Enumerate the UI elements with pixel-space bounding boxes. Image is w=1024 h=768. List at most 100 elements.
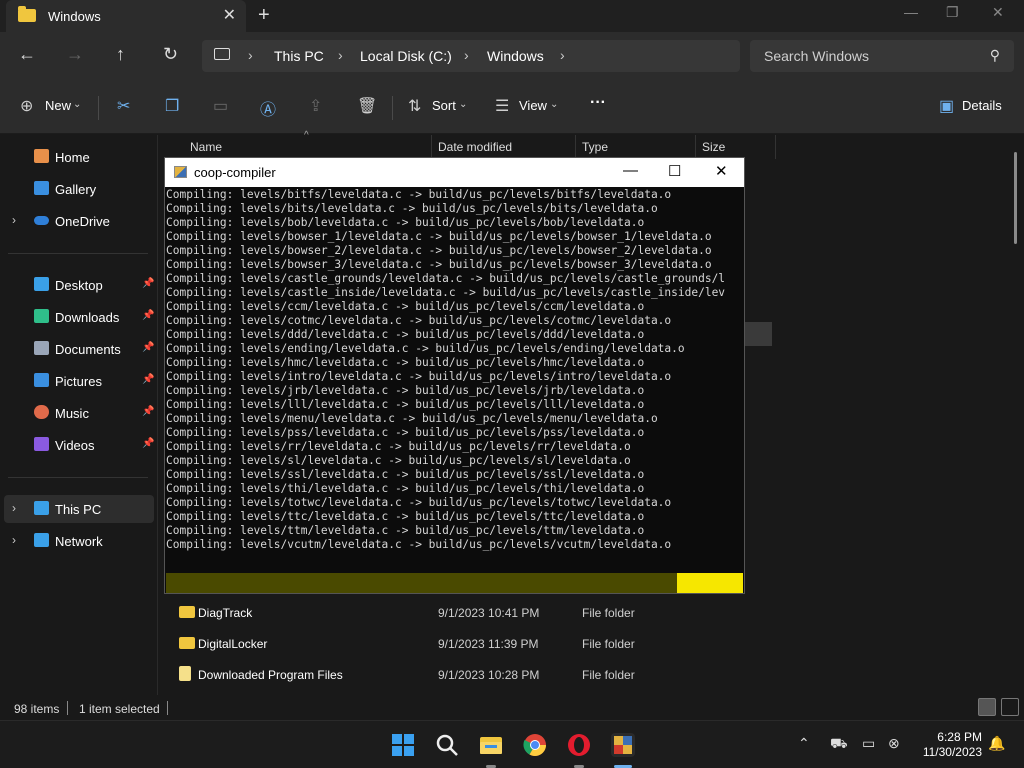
expand-chevron-icon[interactable]: › — [12, 213, 16, 227]
console-line: Compiling: levels/ccm/leveldata.c -> bui… — [166, 300, 645, 313]
start-icon[interactable] — [391, 733, 415, 757]
hover-highlight — [744, 322, 772, 346]
breadcrumb-chevron[interactable]: › — [464, 47, 469, 63]
refresh-button[interactable]: ↻ — [163, 44, 178, 65]
tab-windows[interactable]: Windows ✕ — [6, 0, 246, 32]
paste-icon[interactable]: ▭ — [213, 96, 228, 116]
column-header-size[interactable]: Size — [702, 140, 725, 154]
pin-icon: 📌 — [142, 406, 155, 417]
table-row[interactable]: DiagTrack 9/1/2023 10:41 PM File folder — [169, 598, 869, 628]
console-line: Compiling: levels/lll/leveldata.c -> bui… — [166, 398, 645, 411]
sidebar-item-pictures[interactable]: Pictures 📌 — [0, 367, 156, 395]
maximize-window-button[interactable]: ❐ — [946, 4, 959, 21]
console-line: Compiling: levels/pss/leveldata.c -> bui… — [166, 426, 645, 439]
breadcrumb-chevron[interactable]: › — [338, 47, 343, 63]
sidebar-item-videos[interactable]: Videos 📌 — [0, 431, 156, 459]
details-button[interactable]: Details — [962, 98, 1002, 113]
sidebar-item-home[interactable]: Home — [0, 143, 156, 171]
command-bar: ⊕ New ⌄ ✂ ❐ ▭ Ⓐ ⇪ 🗑 ⇅ Sort ⌄ ☰ View ⌄ ··… — [0, 82, 1024, 134]
sidebar-item-network[interactable]: › Network — [0, 527, 156, 555]
home-icon — [34, 149, 49, 163]
up-button[interactable]: ↑ — [116, 44, 125, 65]
desktop-icon — [34, 277, 49, 291]
display-icon[interactable]: ▭ — [862, 735, 875, 752]
expand-chevron-icon[interactable]: › — [12, 501, 16, 515]
column-header-date[interactable]: Date modified — [438, 140, 512, 154]
breadcrumb-this-pc[interactable]: This PC — [274, 48, 324, 64]
new-tab-button[interactable]: + — [258, 4, 270, 27]
search-input[interactable]: Search Windows ⚲ — [750, 40, 1014, 72]
tiles-view-button[interactable] — [1001, 698, 1019, 716]
more-options-button[interactable]: ··· — [590, 94, 606, 112]
console-line: Compiling: levels/ssl/leveldata.c -> bui… — [166, 468, 645, 481]
breadcrumb-chevron[interactable]: › — [560, 47, 565, 63]
file-name: DiagTrack — [198, 606, 253, 620]
rename-icon[interactable]: Ⓐ — [260, 96, 276, 120]
column-header-type[interactable]: Type — [582, 140, 608, 154]
console-line: Compiling: levels/bowser_1/leveldata.c -… — [166, 230, 712, 243]
column-divider[interactable] — [431, 135, 432, 159]
back-button[interactable]: ← — [18, 44, 36, 65]
console-minimize-button[interactable]: — — [623, 162, 638, 179]
table-row[interactable]: DigitalLocker 9/1/2023 11:39 PM File fol… — [169, 629, 869, 659]
forward-button[interactable]: → — [66, 44, 84, 65]
vertical-scrollbar[interactable] — [1014, 152, 1017, 244]
address-bar[interactable]: › This PC › Local Disk (C:) › Windows › — [202, 40, 740, 72]
table-row[interactable]: Downloaded Program Files 9/1/2023 10:28 … — [169, 660, 869, 690]
share-icon[interactable]: ⇪ — [309, 96, 322, 116]
sidebar-item-desktop[interactable]: Desktop 📌 — [0, 271, 156, 299]
pin-icon: 📌 — [142, 310, 155, 321]
console-line: Compiling: levels/rr/leveldata.c -> buil… — [166, 440, 631, 453]
copy-icon[interactable]: ❐ — [165, 96, 179, 116]
new-button[interactable]: New — [45, 98, 71, 113]
console-close-button[interactable]: ✕ — [715, 162, 728, 180]
search-icon[interactable] — [435, 733, 459, 757]
folder-icon — [179, 606, 195, 618]
show-hidden-icons-icon[interactable]: ⌃ — [798, 735, 810, 752]
notification-bell-icon[interactable]: 🔔 — [988, 735, 1005, 752]
breadcrumb-local-disk[interactable]: Local Disk (C:) — [360, 48, 452, 64]
console-maximize-button[interactable]: ☐ — [668, 162, 681, 180]
delete-icon[interactable]: 🗑 — [357, 96, 377, 116]
sort-button[interactable]: Sort — [432, 98, 456, 113]
expand-chevron-icon[interactable]: › — [12, 533, 16, 547]
file-date: 9/1/2023 11:39 PM — [438, 637, 539, 651]
minimize-window-button[interactable]: — — [904, 4, 918, 20]
close-tab-icon[interactable]: ✕ — [223, 5, 236, 25]
console-line: Compiling: levels/bits/leveldata.c -> bu… — [166, 202, 658, 215]
console-line: Compiling: levels/jrb/leveldata.c -> bui… — [166, 384, 645, 397]
column-divider[interactable] — [775, 135, 776, 159]
breadcrumb-windows[interactable]: Windows — [487, 48, 544, 64]
console-line: Compiling: levels/bob/leveldata.c -> bui… — [166, 216, 645, 229]
volume-muted-icon[interactable]: ⊗ — [888, 735, 900, 752]
view-button[interactable]: View — [519, 98, 547, 113]
sort-icon: ⇅ — [408, 98, 422, 115]
sidebar-item-music[interactable]: Music 📌 — [0, 399, 156, 427]
sidebar-item-gallery[interactable]: Gallery — [0, 175, 156, 203]
column-divider[interactable] — [575, 135, 576, 159]
chrome-icon[interactable] — [523, 733, 547, 757]
sidebar-item-this-pc[interactable]: › This PC — [4, 495, 154, 523]
system-clock[interactable]: 6:28 PM 11/30/2023 — [912, 730, 982, 760]
sidebar-item-onedrive[interactable]: › OneDrive — [0, 207, 156, 235]
network-icon — [34, 533, 49, 547]
console-line: Compiling: levels/intro/leveldata.c -> b… — [166, 370, 672, 383]
details-view-button[interactable] — [978, 698, 996, 716]
network-status-icon[interactable]: ⛟ — [830, 735, 848, 754]
file-explorer-icon[interactable] — [479, 733, 503, 757]
cut-icon[interactable]: ✂ — [117, 96, 130, 116]
column-divider[interactable] — [695, 135, 696, 159]
close-window-button[interactable]: ✕ — [992, 4, 1004, 21]
pictures-icon — [34, 373, 49, 387]
coop-compiler-icon[interactable] — [611, 733, 635, 757]
opera-icon[interactable] — [567, 733, 591, 757]
file-name: Downloaded Program Files — [198, 668, 343, 682]
sidebar-item-label: Desktop — [55, 278, 103, 293]
sidebar-item-label: This PC — [55, 502, 102, 517]
sidebar-item-documents[interactable]: Documents 📌 — [0, 335, 156, 363]
column-header-name[interactable]: Name — [190, 140, 222, 154]
file-name: DigitalLocker — [198, 637, 268, 651]
console-title-bar[interactable]: coop-compiler — ☐ ✕ — [165, 158, 744, 187]
breadcrumb-chevron[interactable]: › — [248, 47, 253, 63]
sidebar-item-downloads[interactable]: Downloads 📌 — [0, 303, 156, 331]
